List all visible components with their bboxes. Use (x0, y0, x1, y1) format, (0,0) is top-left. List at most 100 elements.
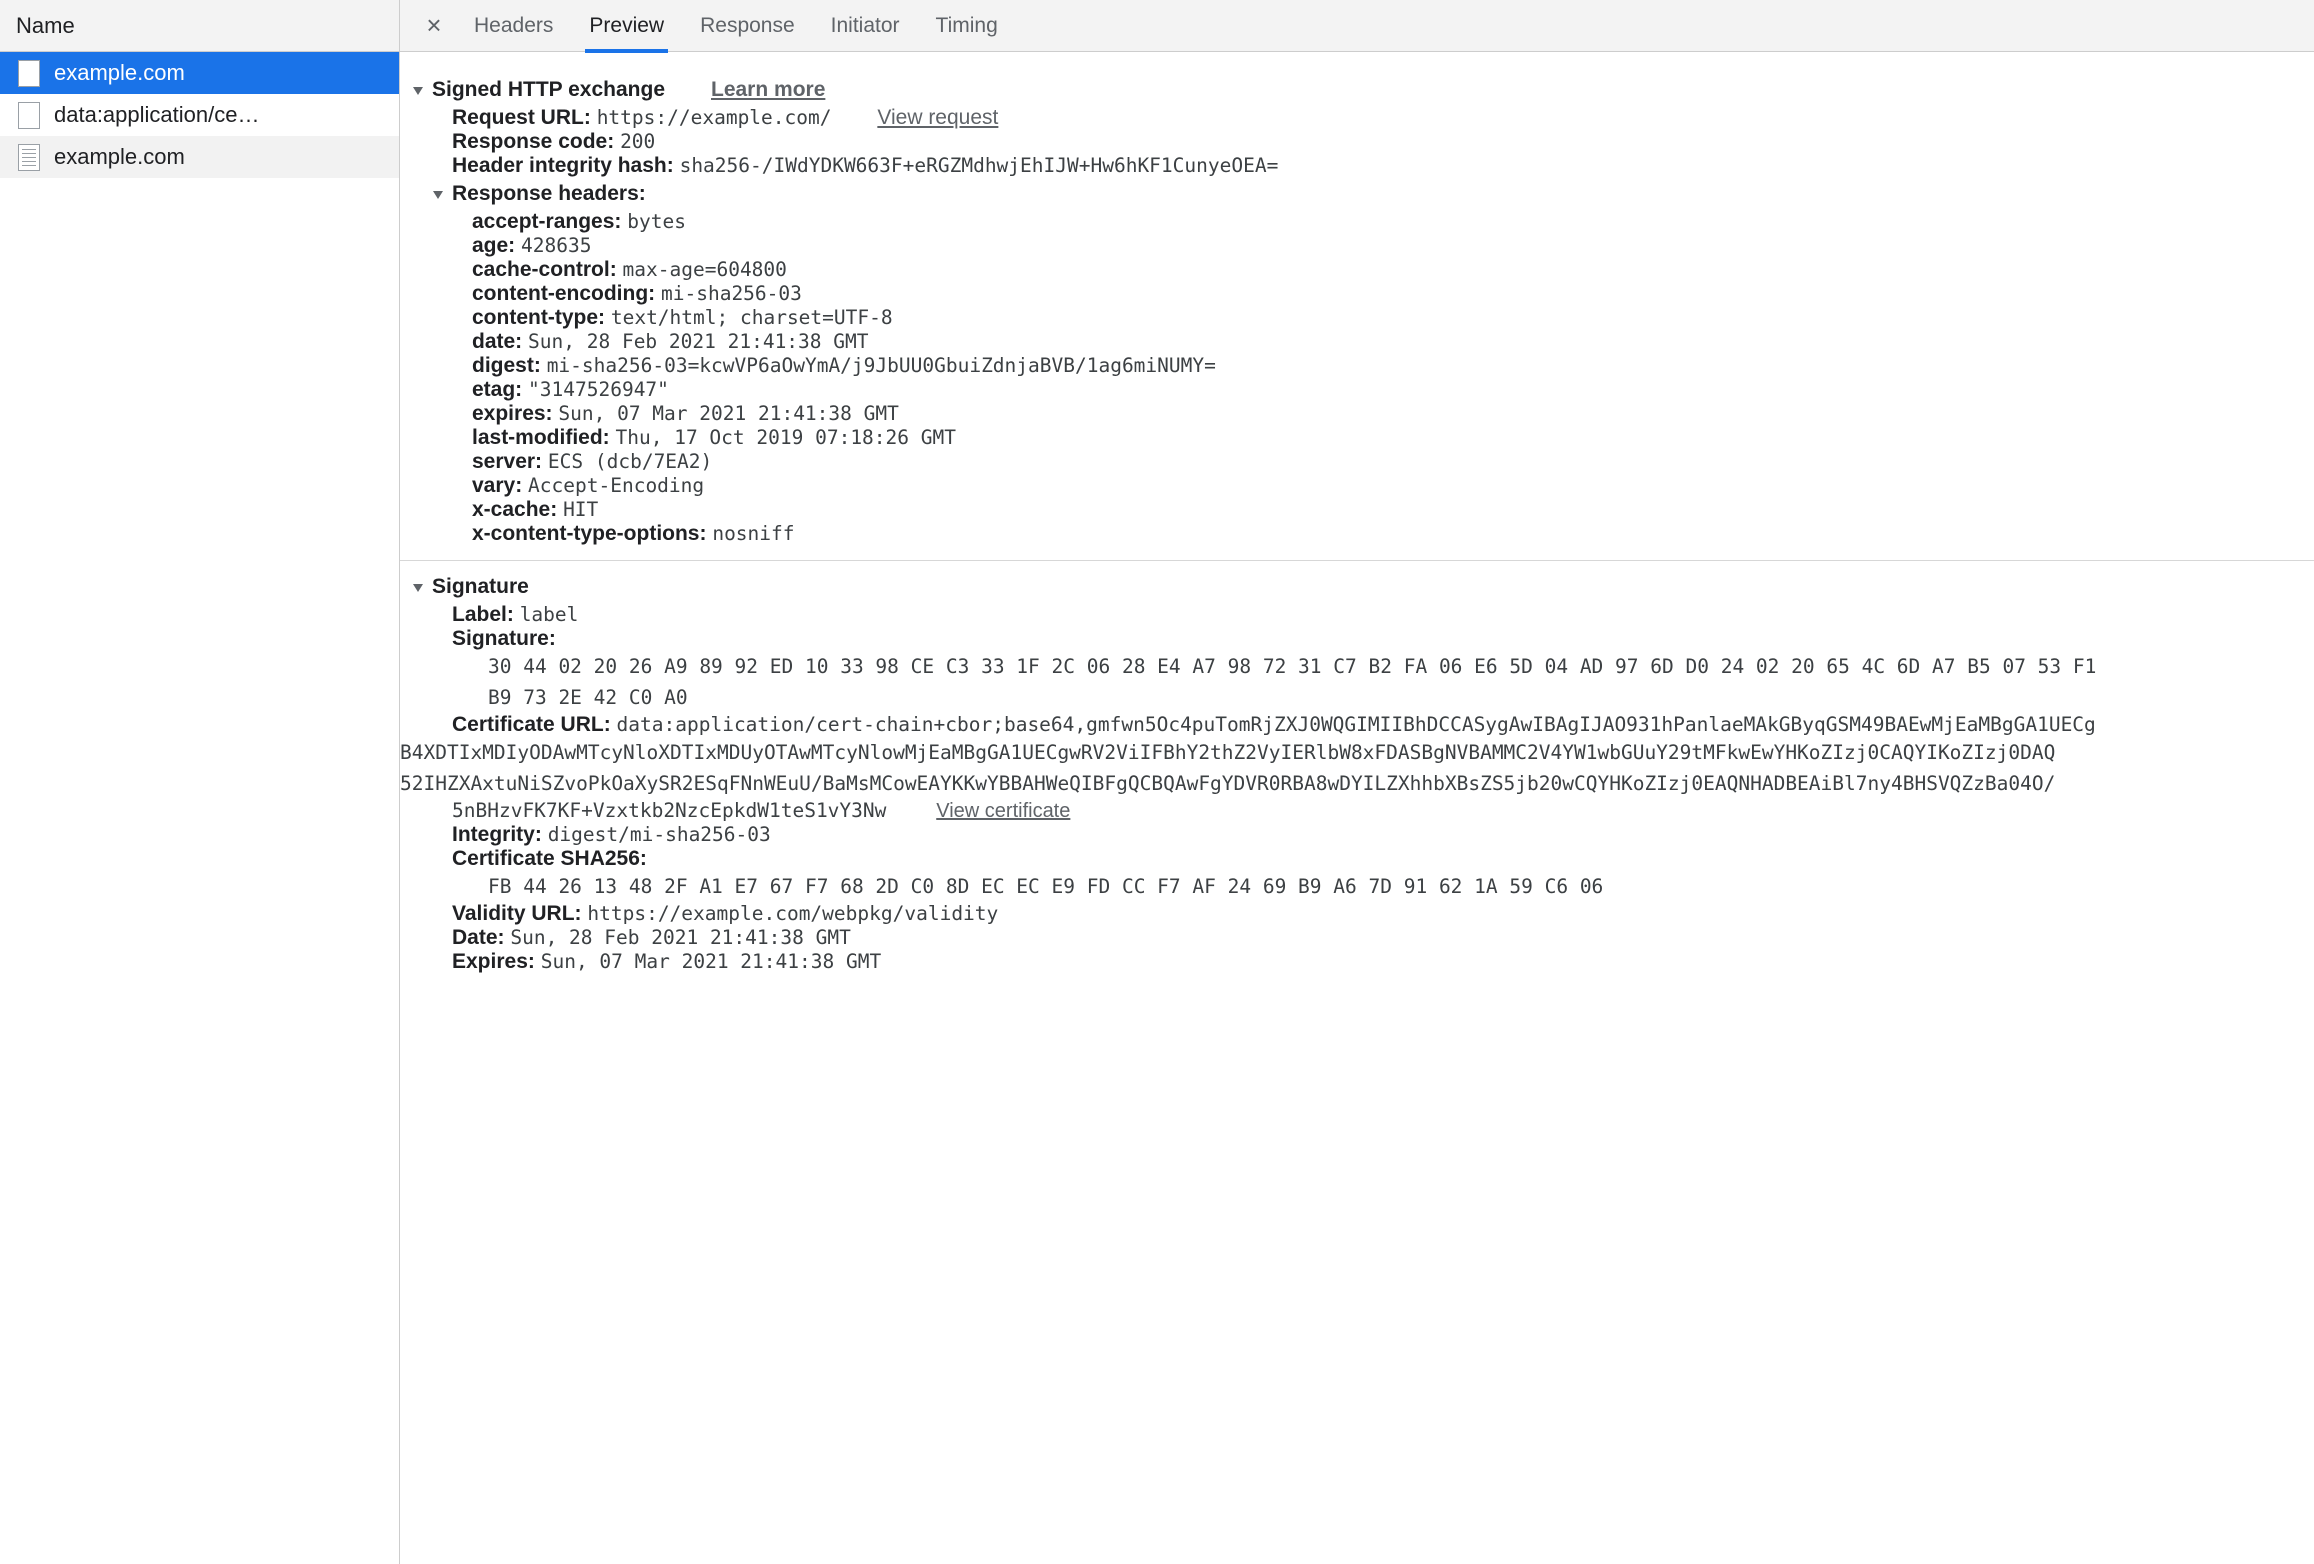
learn-more-link[interactable]: Learn more (711, 78, 825, 102)
tab-initiator[interactable]: Initiator (813, 0, 918, 52)
signature-section-header[interactable]: Signature (400, 571, 2314, 603)
signature-hex-line: 30 44 02 20 26 A9 89 92 ED 10 33 98 CE C… (488, 655, 2097, 678)
header-row: vary: Accept-Encoding (400, 474, 2314, 498)
header-row: expires: Sun, 07 Mar 2021 21:41:38 GMT (400, 402, 2314, 426)
signature-label-key: Label: (452, 603, 514, 626)
header-row: x-cache: HIT (400, 498, 2314, 522)
header-row: last-modified: Thu, 17 Oct 2019 07:18:26… (400, 426, 2314, 450)
header-key: content-encoding: (472, 282, 656, 305)
column-header-label: Name (16, 12, 75, 38)
tab-label: Preview (589, 13, 665, 37)
tab-label: Timing (935, 13, 998, 37)
signature-value-row: Signature: (400, 627, 2314, 651)
chevron-down-icon (413, 86, 423, 95)
header-row: accept-ranges: bytes (400, 210, 2314, 234)
header-value: Thu, 17 Oct 2019 07:18:26 GMT (615, 426, 956, 449)
header-key: server: (472, 450, 543, 473)
document-file-icon (18, 143, 40, 171)
response-headers-section-header[interactable]: Response headers: (400, 178, 2314, 210)
header-value: mi-sha256-03 (661, 282, 802, 305)
signature-label-value: label (519, 603, 579, 626)
certificate-url-row: Certificate URL: data:application/cert-c… (400, 713, 2314, 737)
list-item[interactable]: example.com (0, 52, 399, 94)
response-headers-title: Response headers: (452, 182, 646, 205)
signature-hex-line: B9 73 2E 42 C0 A0 (488, 686, 688, 709)
chevron-down-icon (433, 190, 443, 199)
close-icon-glyph: × (426, 10, 442, 40)
certificate-url-line: data:application/cert-chain+cbor;base64,… (616, 713, 2096, 736)
request-list: example.com data:application/ce… example… (0, 52, 399, 1564)
tab-label: Response (700, 13, 795, 37)
view-request-link[interactable]: View request (877, 106, 998, 129)
header-key: x-content-type-options: (472, 522, 707, 545)
header-integrity-value: sha256-/IWdYDKW663F+eRGZMdhwjEhIJW+Hw6hK… (679, 154, 1279, 177)
tab-timing[interactable]: Timing (918, 0, 1016, 52)
list-item-label: example.com (54, 60, 185, 85)
header-key: last-modified: (472, 426, 610, 449)
chevron-down-icon (413, 583, 423, 592)
certificate-url-line: B4XDTIxMDIyODAwMTcyNloXDTIxMDUyOTAwMTcyN… (400, 741, 2056, 764)
header-row: x-content-type-options: nosniff (400, 522, 2314, 546)
header-row: server: ECS (dcb/7EA2) (400, 450, 2314, 474)
blank-file-icon (18, 59, 40, 87)
request-url-value: https://example.com/ (596, 106, 832, 129)
header-key: etag: (472, 378, 523, 401)
integrity-row: Integrity: digest/mi-sha256-03 (400, 823, 2314, 847)
certificate-url-key: Certificate URL: (452, 713, 611, 736)
signature-label-row: Label: label (400, 603, 2314, 627)
signature-expires-row: Expires: Sun, 07 Mar 2021 21:41:38 GMT (400, 950, 2314, 974)
request-url-key: Request URL: (452, 106, 591, 129)
signature-expires-key: Expires: (452, 950, 535, 973)
view-certificate-link[interactable]: View certificate (936, 800, 1070, 822)
header-value: nosniff (712, 522, 795, 545)
certificate-sha256-key: Certificate SHA256: (452, 847, 647, 870)
signature-date-value: Sun, 28 Feb 2021 21:41:38 GMT (510, 926, 851, 949)
header-key: expires: (472, 402, 553, 425)
header-key: date: (472, 330, 523, 353)
blank-file-icon (18, 101, 40, 129)
signature-date-key: Date: (452, 926, 505, 949)
header-key: vary: (472, 474, 523, 497)
header-value: ECS (dcb/7EA2) (547, 450, 713, 473)
header-integrity-key: Header integrity hash: (452, 154, 674, 177)
request-list-sidebar: Name example.com data:application/ce… ex… (0, 0, 400, 1564)
response-code-value: 200 (620, 130, 656, 153)
devtools-network-panel: Name example.com data:application/ce… ex… (0, 0, 2314, 1564)
preview-content: Signed HTTP exchange Learn more Request … (400, 52, 2314, 1564)
certificate-url-last-line-row: 5nBHzvFK7KF+Vzxtkb2NzcEpkdW1teS1vY3Nw Vi… (400, 799, 2314, 823)
column-header-name[interactable]: Name (0, 0, 399, 52)
header-row: etag: "3147526947" (400, 378, 2314, 402)
response-code-row: Response code: 200 (400, 130, 2314, 154)
certificate-url-line: 5nBHzvFK7KF+Vzxtkb2NzcEpkdW1teS1vY3Nw (452, 799, 887, 822)
header-value: "3147526947" (528, 378, 669, 401)
list-item-label: data:application/ce… (54, 102, 260, 127)
header-value: max-age=604800 (622, 258, 787, 281)
section-title: Signed HTTP exchange (432, 78, 665, 101)
signature-key: Signature: (452, 627, 556, 650)
header-row: digest: mi-sha256-03=kcwVP6aOwYmA/j9JbUU… (400, 354, 2314, 378)
tab-response[interactable]: Response (682, 0, 813, 52)
section-title: Signature (432, 575, 529, 598)
header-value: mi-sha256-03=kcwVP6aOwYmA/j9JbUU0GbuiZdn… (546, 354, 1216, 377)
list-item[interactable]: example.com (0, 136, 399, 178)
header-value: bytes (627, 210, 686, 233)
validity-url-key: Validity URL: (452, 902, 582, 925)
signed-http-exchange-section-header[interactable]: Signed HTTP exchange Learn more (400, 74, 2314, 106)
section-divider (400, 560, 2314, 561)
tab-preview[interactable]: Preview (571, 0, 682, 53)
header-row: cache-control: max-age=604800 (400, 258, 2314, 282)
header-key: age: (472, 234, 516, 257)
header-value: text/html; charset=UTF-8 (610, 306, 893, 329)
header-key: accept-ranges: (472, 210, 622, 233)
header-value: 428635 (521, 234, 592, 257)
response-code-key: Response code: (452, 130, 615, 153)
integrity-value: digest/mi-sha256-03 (547, 823, 771, 846)
signature-date-row: Date: Sun, 28 Feb 2021 21:41:38 GMT (400, 926, 2314, 950)
validity-url-value: https://example.com/webpkg/validity (587, 902, 999, 925)
tab-headers[interactable]: Headers (456, 0, 571, 52)
close-icon[interactable]: × (412, 4, 456, 48)
validity-url-row: Validity URL: https://example.com/webpkg… (400, 902, 2314, 926)
header-value: Sun, 07 Mar 2021 21:41:38 GMT (558, 402, 899, 425)
certificate-sha256-row: Certificate SHA256: (400, 847, 2314, 871)
list-item[interactable]: data:application/ce… (0, 94, 399, 136)
